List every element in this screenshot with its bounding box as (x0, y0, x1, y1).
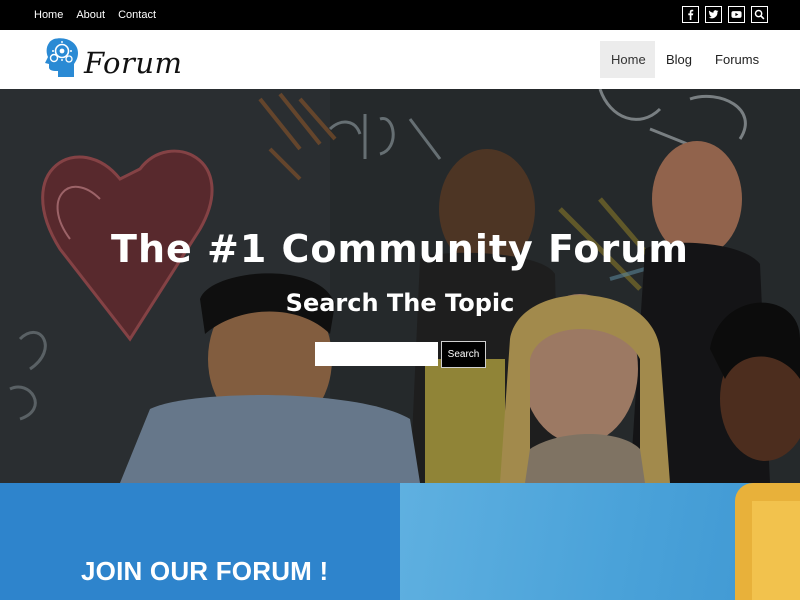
twitter-icon[interactable] (705, 6, 722, 23)
nav-forums[interactable]: Forums (704, 41, 770, 78)
hero-title: The #1 Community Forum (111, 227, 689, 271)
search-icon[interactable] (751, 6, 768, 23)
bottom-image (400, 483, 800, 600)
site-header: Forum Home Blog Forums (0, 30, 800, 89)
search-button[interactable]: Search (441, 341, 486, 368)
hero-banner: The #1 Community Forum Search The Topic … (0, 89, 800, 483)
logo-text[interactable]: Forum (84, 46, 183, 80)
nav-home[interactable]: Home (600, 41, 655, 78)
brain-head-icon[interactable] (40, 37, 82, 81)
facebook-icon[interactable] (682, 6, 699, 23)
join-section: JOIN OUR FORUM ! (0, 483, 400, 600)
top-links: Home About Contact (34, 0, 156, 30)
nav-blog[interactable]: Blog (655, 41, 704, 78)
social-icons (682, 6, 768, 23)
search-input[interactable] (315, 342, 438, 366)
hero-overlay (0, 89, 800, 483)
top-link-contact[interactable]: Contact (118, 9, 156, 21)
bottom-image-shape-highlight (752, 501, 800, 600)
youtube-icon[interactable] (728, 6, 745, 23)
main-nav: Home Blog Forums (600, 41, 770, 78)
top-link-home[interactable]: Home (34, 9, 63, 21)
top-link-about[interactable]: About (76, 9, 105, 21)
top-bar: Home About Contact (0, 0, 800, 30)
join-title: JOIN OUR FORUM ! (81, 556, 329, 586)
hero-subtitle: Search The Topic (285, 289, 515, 317)
